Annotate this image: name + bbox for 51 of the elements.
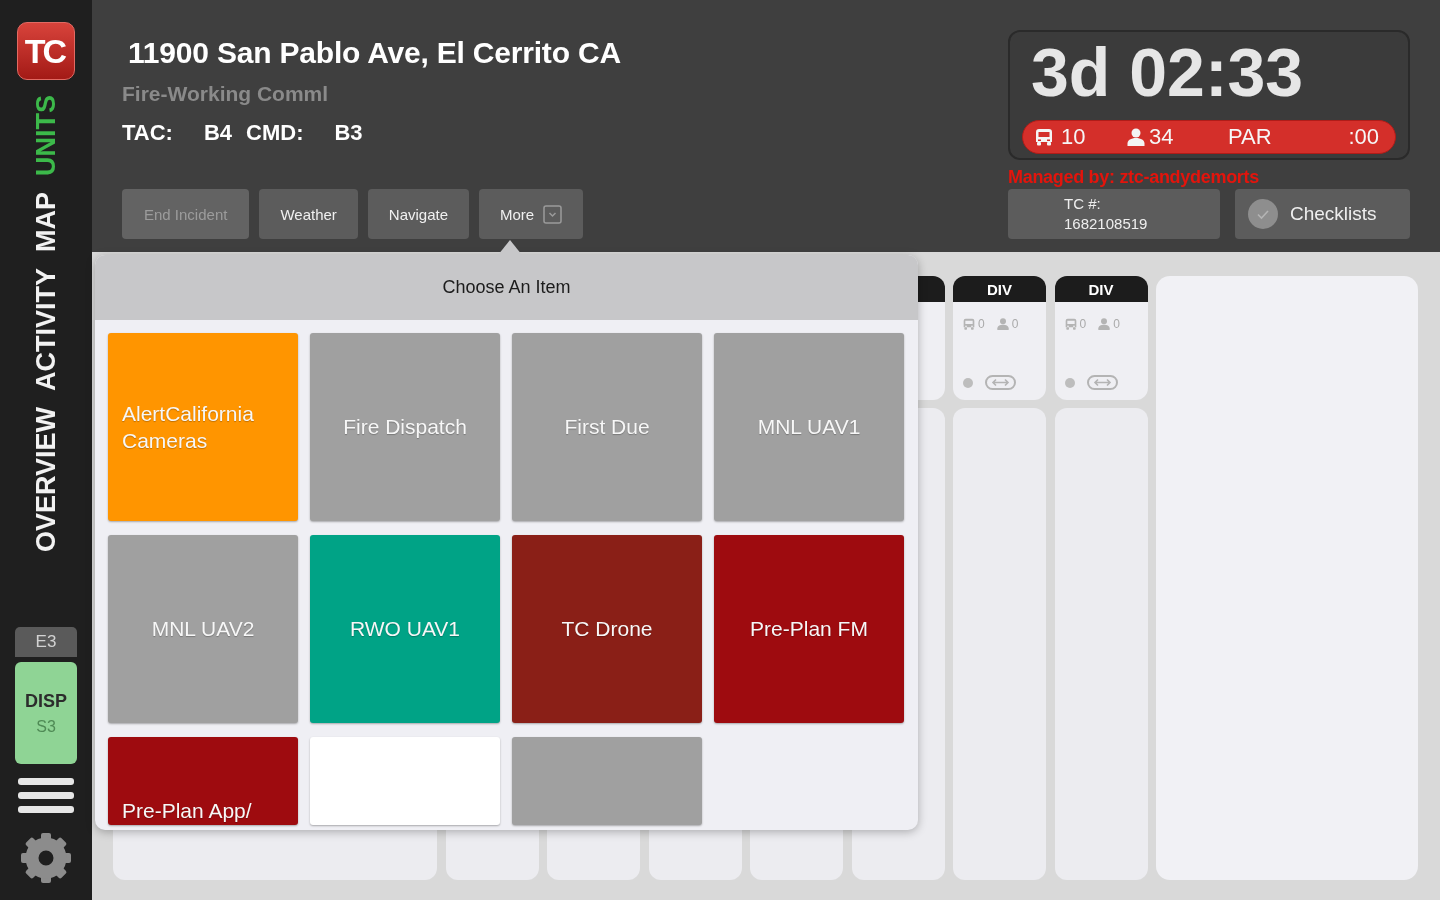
tc-number-button[interactable]: TC #: 1682108519 <box>1008 189 1220 239</box>
personnel-count: 0 <box>1011 317 1019 331</box>
action-button[interactable]: Navigate <box>367 189 470 239</box>
popover-title: Choose An Item <box>95 255 918 320</box>
nav-tab[interactable]: UNITS <box>32 95 60 176</box>
par-timer: :00 <box>1348 124 1379 150</box>
nav-tab[interactable]: MAP <box>32 192 60 252</box>
personnel-count: 0 <box>1113 317 1120 331</box>
unit-count: 0 <box>1079 317 1087 331</box>
managed-by-text: Managed by: ztc-andydemorts <box>1008 166 1260 188</box>
channel-value: B3 <box>334 120 363 146</box>
action-button[interactable]: Weather <box>259 189 358 239</box>
person-icon <box>996 318 1009 330</box>
par-label: PAR <box>1228 124 1272 150</box>
status-dot-icon <box>1064 377 1075 388</box>
settings-icon[interactable] <box>20 832 72 884</box>
channel-value: B4 <box>203 120 233 146</box>
person-icon <box>1098 318 1111 330</box>
bus-icon <box>963 318 975 330</box>
check-circle-icon <box>1248 199 1278 229</box>
bus-icon <box>1064 318 1077 330</box>
incident-address: 11900 San Pablo Ave, El Cerrito CA <box>128 35 621 71</box>
nav-tab[interactable]: OVERVIEW <box>32 407 60 553</box>
app-tile[interactable]: TC Drone <box>512 535 702 723</box>
app-tile[interactable] <box>310 737 500 825</box>
app-tile[interactable]: Pre-Plan App/ <box>108 737 298 825</box>
app-logo: TC <box>17 22 75 80</box>
popover-pointer-icon <box>498 240 522 255</box>
status-card[interactable]: DISP S3 <box>15 662 77 764</box>
unit-count: 10 <box>1061 124 1086 150</box>
dropdown-icon <box>543 204 563 224</box>
action-button[interactable]: More <box>479 189 584 239</box>
bus-icon <box>1035 128 1053 146</box>
status-dot-icon <box>963 377 973 388</box>
app-tile[interactable] <box>512 737 702 825</box>
column-header: DIV <box>1054 276 1148 302</box>
double-arrow-pill-icon[interactable] <box>985 375 1016 390</box>
unit-count: 0 <box>978 317 985 331</box>
personnel-count: 34 <box>1149 124 1174 150</box>
channel-label: CMD: <box>246 120 304 146</box>
nav-tab[interactable]: ACTIVITY <box>32 268 60 391</box>
incident-type: Fire-Working Comml <box>122 81 329 107</box>
menu-icon[interactable] <box>18 778 74 813</box>
channel-label: TAC: <box>122 120 173 146</box>
double-arrow-pill-icon[interactable] <box>1086 375 1118 390</box>
column-header: DIV <box>953 276 1046 302</box>
elapsed-time: 3d 02:33 <box>1031 36 1304 108</box>
app-tile[interactable]: Pre-Plan FM <box>714 535 904 723</box>
unit-badge: E3 <box>15 627 77 657</box>
person-icon <box>1127 128 1145 146</box>
checklists-button[interactable]: Checklists <box>1235 189 1410 239</box>
